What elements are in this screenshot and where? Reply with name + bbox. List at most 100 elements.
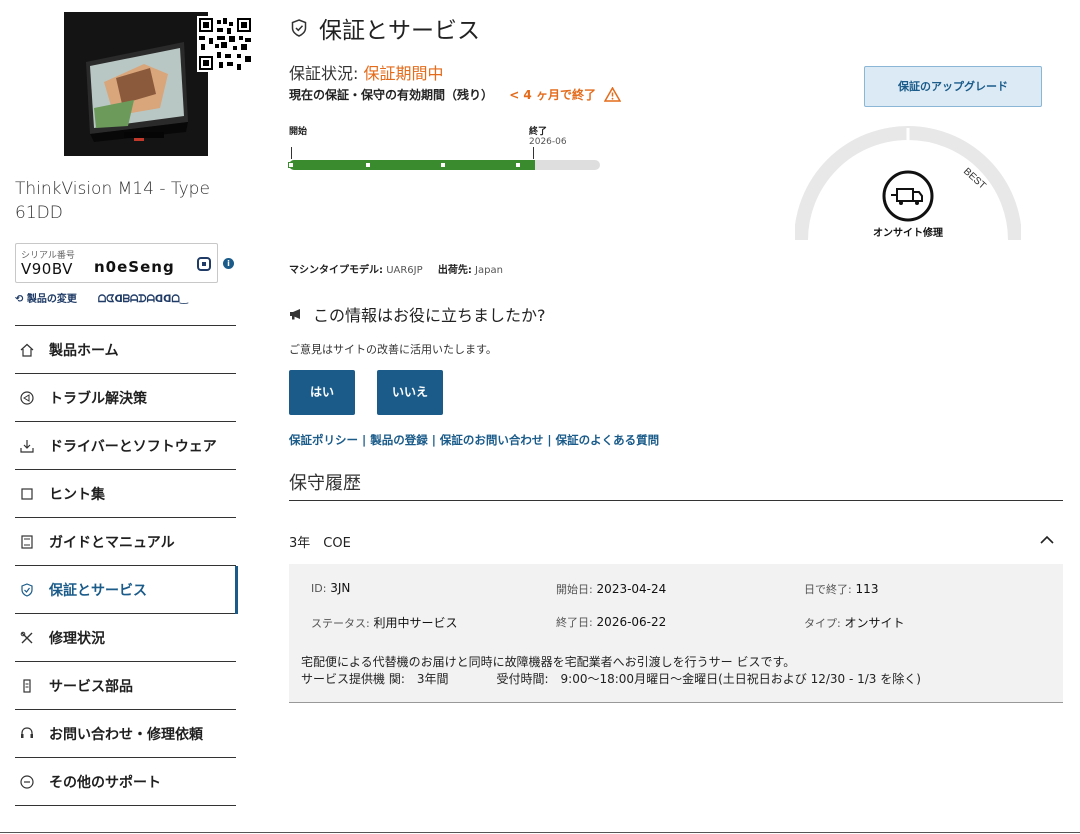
sidebar-item-drivers[interactable]: ドライバーとソフトウェア bbox=[15, 422, 236, 470]
page-bottom-divider bbox=[0, 832, 1080, 833]
machine-type-value: UAR6JP bbox=[386, 265, 423, 276]
timeline-end-label: 終了 bbox=[529, 127, 548, 137]
copy-icon[interactable] bbox=[196, 256, 212, 272]
divider bbox=[289, 500, 1063, 501]
detail-label: ID: bbox=[311, 582, 327, 595]
timeline-end-date: 2026-06 bbox=[529, 137, 567, 147]
support-icon bbox=[19, 726, 35, 742]
page-title: 保証とサービス bbox=[289, 11, 480, 45]
machine-type-label: マシンタイプモデル: bbox=[289, 265, 383, 276]
history-entry-details: ID: 3JN 開始日: 2023-04-24 日で終了: 113 ステータス:… bbox=[289, 564, 1063, 703]
sidebar-item-other-support[interactable]: その他のサポート bbox=[15, 758, 236, 806]
serial-value-obscured: n0eSeng bbox=[94, 258, 175, 276]
history-entry-header[interactable]: 3年 COE bbox=[289, 518, 1063, 564]
timeline-marker bbox=[440, 162, 446, 168]
detail-value: 2023-04-24 bbox=[596, 582, 667, 596]
sidebar-item-guides[interactable]: ガイドとマニュアル bbox=[15, 518, 236, 566]
detail-value: 3JN bbox=[330, 581, 351, 595]
more-icon bbox=[19, 774, 35, 790]
detail-days-remaining: 日で終了: 113 bbox=[804, 581, 878, 597]
sidebar-item-label: ドライバーとソフトウェア bbox=[49, 438, 217, 455]
sidebar: ThinkVision M14 - Type 61DD シリアル番号 V90BV… bbox=[15, 0, 253, 834]
shield-icon bbox=[19, 582, 35, 598]
parts-icon bbox=[19, 678, 35, 694]
sidebar-item-troubleshoot[interactable]: トラブル解決策 bbox=[15, 374, 236, 422]
timeline-marker bbox=[288, 162, 294, 168]
link-warranty-contact[interactable]: 保証のお問い合わせ bbox=[440, 433, 544, 447]
sidebar-item-repair-status[interactable]: 修理状況 bbox=[15, 614, 236, 662]
sidebar-nav: 製品ホーム トラブル解決策 ドライバーとソフトウェア ヒント集 ガイドとマニュア… bbox=[15, 325, 238, 806]
timeline-start-tick bbox=[291, 147, 292, 159]
warranty-period: 現在の保証・保守の有効期間（残り） < 4 ヶ月で終了 bbox=[289, 86, 622, 105]
sidebar-item-label: ガイドとマニュアル bbox=[49, 534, 175, 551]
service-description: 宅配便による代替機のお届けと同時に故障機器を宅配業者へお引渡しを行うサー ビスで… bbox=[301, 655, 796, 669]
serial-number-field[interactable]: シリアル番号 V90BV n0eSeng bbox=[15, 243, 218, 283]
tips-icon bbox=[19, 486, 35, 502]
chevron-up-icon[interactable] bbox=[1039, 532, 1055, 548]
warranty-upgrade-button[interactable]: 保証のアップグレード bbox=[864, 66, 1042, 107]
service-history-title: 保守履歴 bbox=[289, 473, 361, 494]
sidebar-item-parts[interactable]: サービス部品 bbox=[15, 662, 236, 710]
refresh-icon: ⟲ bbox=[15, 294, 24, 305]
sidebar-item-label: 保証とサービス bbox=[49, 582, 147, 599]
feedback-question: この情報はお役に立ちましたか? bbox=[289, 302, 546, 326]
product-image bbox=[64, 12, 208, 156]
link-warranty-policy[interactable]: 保証ポリシー bbox=[289, 433, 358, 447]
feedback-question-text: この情報はお役に立ちましたか? bbox=[313, 306, 546, 325]
timeline-start-label: 開始 bbox=[289, 127, 308, 137]
tools-icon bbox=[19, 630, 35, 646]
warranty-status-value: 保証期間中 bbox=[363, 64, 444, 83]
feedback-subtext: ご意見はサイトの改善に活用いたします。 bbox=[289, 343, 497, 356]
detail-label: 開始日: bbox=[556, 583, 593, 596]
sidebar-item-label: トラブル解決策 bbox=[49, 390, 147, 407]
sidebar-item-warranty[interactable]: 保証とサービス bbox=[15, 566, 238, 614]
warranty-status-label: 保証状況: bbox=[289, 64, 359, 83]
megaphone-icon bbox=[289, 305, 303, 324]
timeline-marker bbox=[515, 162, 521, 168]
detail-value: 利用中サービス bbox=[373, 616, 458, 630]
detail-status: ステータス: 利用中サービス bbox=[311, 614, 458, 631]
change-product-link[interactable]: ⟲ 製品の変更 ᗝᗧᗡᗷᗩᗪᗩᗡᗡᗝ‿ bbox=[15, 290, 188, 305]
detail-label: 終了日: bbox=[556, 616, 593, 629]
detail-id: ID: 3JN bbox=[311, 581, 350, 595]
timeline-end-tick bbox=[533, 147, 534, 159]
sidebar-item-label: サービス部品 bbox=[49, 678, 133, 695]
qr-code bbox=[197, 16, 253, 72]
detail-value: 113 bbox=[855, 582, 879, 596]
detail-label: 日で終了: bbox=[804, 583, 852, 596]
link-warranty-faq[interactable]: 保証のよくある質問 bbox=[556, 433, 660, 447]
detail-value: 2026-06-22 bbox=[596, 615, 667, 629]
sidebar-item-tips[interactable]: ヒント集 bbox=[15, 470, 236, 518]
sidebar-item-product-home[interactable]: 製品ホーム bbox=[15, 326, 236, 374]
home-icon bbox=[19, 342, 35, 358]
detail-start-date: 開始日: 2023-04-24 bbox=[556, 581, 666, 597]
info-icon[interactable]: i bbox=[223, 258, 234, 269]
gauge-service-label: オンサイト修理 bbox=[873, 228, 943, 239]
detail-type: タイプ: オンサイト bbox=[804, 614, 905, 631]
ship-to-value: Japan bbox=[475, 265, 503, 276]
detail-label: タイプ: bbox=[804, 617, 841, 630]
link-product-registration[interactable]: 製品の登録 bbox=[370, 433, 428, 447]
detail-value: オンサイト bbox=[844, 616, 905, 630]
detail-end-date: 終了日: 2026-06-22 bbox=[556, 614, 666, 630]
sidebar-item-contact[interactable]: お問い合わせ・修理依頼 bbox=[15, 710, 236, 758]
ship-to-label: 出荷先: bbox=[437, 265, 472, 276]
sidebar-item-label: 製品ホーム bbox=[49, 342, 119, 359]
product-name: ThinkVision M14 - Type 61DD bbox=[15, 179, 210, 223]
change-product-label: 製品の変更 bbox=[26, 294, 77, 305]
manual-icon bbox=[19, 534, 35, 550]
page-title-text: 保証とサービス bbox=[319, 18, 480, 44]
change-product-extra: ᗝᗧᗡᗷᗩᗪᗩᗡᗡᗝ‿ bbox=[97, 294, 189, 305]
feedback-yes-button[interactable]: はい bbox=[289, 370, 355, 415]
timeline-marker bbox=[365, 162, 371, 168]
sidebar-item-label: その他のサポート bbox=[49, 774, 161, 791]
machine-info: マシンタイプモデル: UAR6JP 出荷先: Japan bbox=[289, 261, 515, 276]
history-entry-title: 3年 COE bbox=[289, 535, 351, 551]
warranty-links: 保証ポリシー | 製品の登録 | 保証のお問い合わせ | 保証のよくある質問 bbox=[289, 433, 660, 447]
feedback-no-button[interactable]: いいえ bbox=[377, 370, 443, 415]
serial-value: V90BV bbox=[21, 260, 73, 278]
warranty-period-label: 現在の保証・保守の有効期間（残り） bbox=[289, 88, 494, 102]
warranty-remaining: < 4 ヶ月で終了 bbox=[509, 88, 596, 102]
warranty-timeline-fill bbox=[289, 160, 535, 170]
service-hours: サービス提供機 関: 3年間 受付時間: 9:00〜18:00月曜日〜金曜日(土… bbox=[301, 672, 921, 686]
